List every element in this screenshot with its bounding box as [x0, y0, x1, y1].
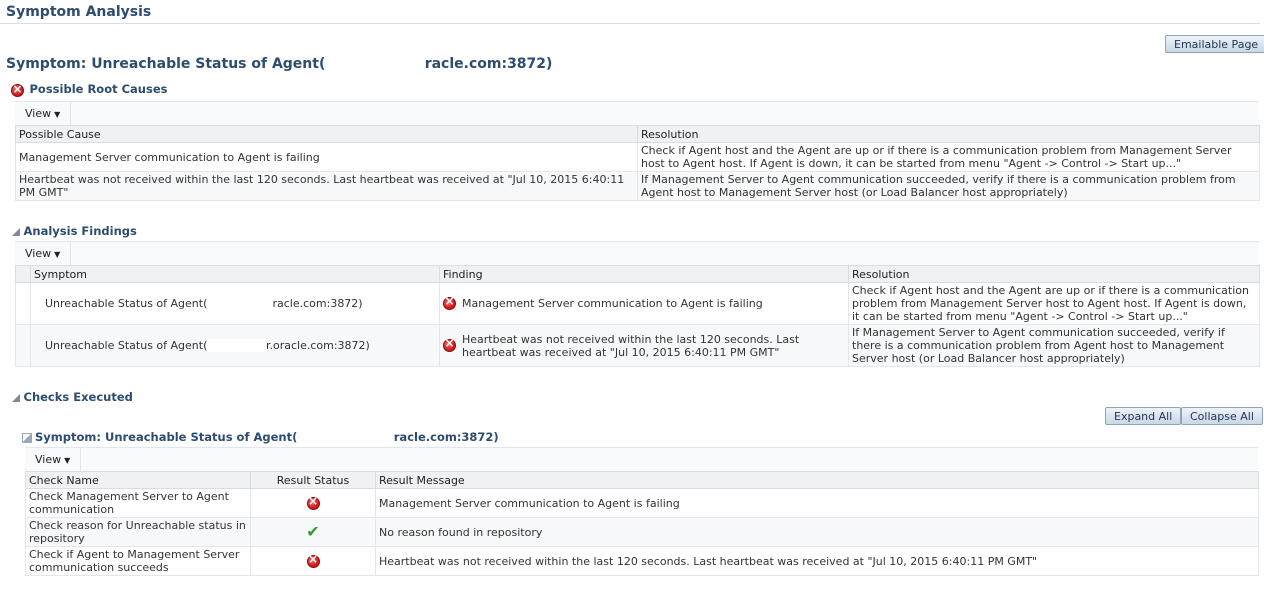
redacted-host: xxxxxxxxxxxxx: [297, 430, 394, 444]
resolution-cell: If Management Server to Agent communicat…: [848, 324, 1260, 367]
table-header-row: Possible Cause Resolution: [15, 125, 1260, 143]
findings-toolbar: View ▼: [15, 241, 1259, 265]
root-causes-heading: Possible Root Causes: [29, 82, 168, 96]
root-causes-header: Possible Root Causes: [11, 82, 167, 97]
expand-all-button[interactable]: Expand All: [1105, 407, 1182, 425]
column-header-resolution[interactable]: Resolution: [637, 125, 1260, 143]
table-row[interactable]: Check reason for Unreachable status in r…: [25, 517, 1259, 547]
symptom-prefix: Unreachable Status of Agent(: [45, 297, 208, 310]
symptom-heading: Symptom: Unreachable Status of Agent(xxx…: [6, 56, 552, 72]
table-row[interactable]: Check if Agent to Management Server comm…: [25, 546, 1259, 576]
redacted-host: xxxxxxxxx: [207, 339, 266, 352]
checks-symptom-suffix: racle.com:3872): [393, 430, 499, 444]
page-title: Symptom Analysis: [6, 4, 152, 20]
result-message-cell: No reason found in repository: [375, 517, 1259, 547]
emailable-page-button[interactable]: Emailable Page: [1165, 35, 1264, 53]
symptom-prefix: Unreachable Status of Agent(: [45, 339, 208, 352]
error-icon: [11, 82, 24, 97]
error-icon: [306, 553, 320, 568]
finding-text: Heartbeat was not received within the la…: [462, 332, 800, 359]
table-row[interactable]: Management Server communication to Agent…: [15, 142, 1260, 172]
cause-cell: Management Server communication to Agent…: [15, 142, 638, 172]
view-menu[interactable]: View ▼: [15, 102, 72, 125]
finding-cell: Management Server communication to Agent…: [439, 282, 849, 325]
success-check-icon: ✔: [306, 521, 320, 541]
column-header-result-status[interactable]: Result Status: [250, 471, 376, 489]
finding-cell: Heartbeat was not received within the la…: [439, 324, 849, 367]
view-menu-label: View: [25, 247, 52, 260]
table-row[interactable]: Heartbeat was not received within the la…: [15, 171, 1260, 201]
resolution-cell: Check if Agent host and the Agent are up…: [848, 282, 1260, 325]
caret-down-icon: ▼: [64, 456, 71, 465]
error-icon: [443, 295, 456, 310]
view-menu-label: View: [25, 107, 52, 120]
result-status-cell: [250, 488, 376, 518]
column-header-finding[interactable]: Finding: [439, 265, 849, 283]
title-divider: [0, 23, 1260, 24]
row-selector[interactable]: [15, 324, 31, 367]
collapse-all-button[interactable]: Collapse All: [1181, 407, 1263, 425]
analysis-findings-heading: Analysis Findings: [23, 224, 137, 238]
checks-executed-header[interactable]: Checks Executed: [12, 390, 133, 404]
result-status-cell: ✔: [250, 517, 376, 547]
check-name-cell: Check Management Server to Agent communi…: [25, 488, 251, 518]
checks-symptom-heading[interactable]: Symptom: Unreachable Status of Agent(xxx…: [22, 430, 499, 444]
table-header-row: Symptom Finding Resolution: [15, 265, 1260, 283]
finding-text: Management Server communication to Agent…: [462, 297, 763, 310]
root-causes-table: Possible Cause Resolution Management Ser…: [15, 125, 1260, 201]
table-header-row: Check Name Result Status Result Message: [25, 471, 1259, 489]
redacted-host: xxxxxxxxxx: [207, 297, 273, 310]
collapse-triangle-icon[interactable]: [12, 228, 20, 236]
error-icon: [443, 337, 456, 352]
symptom-cell: Unreachable Status of Agent(xxxxxxxxxr.o…: [30, 324, 440, 367]
root-causes-toolbar: View ▼: [15, 101, 1259, 125]
checks-executed-heading: Checks Executed: [23, 390, 133, 404]
cause-cell: Heartbeat was not received within the la…: [15, 171, 638, 201]
result-message-cell: Management Server communication to Agent…: [375, 488, 1259, 518]
result-message-cell: Heartbeat was not received within the la…: [375, 546, 1259, 576]
symptom-heading-prefix: Symptom: Unreachable Status of Agent(: [6, 56, 326, 72]
view-menu-label: View: [35, 453, 62, 466]
collapse-node-icon[interactable]: [22, 432, 32, 443]
row-selector-header: [15, 265, 31, 283]
table-row[interactable]: Unreachable Status of Agent(xxxxxxxxxxra…: [15, 282, 1260, 325]
resolution-cell: Check if Agent host and the Agent are up…: [637, 142, 1260, 172]
caret-down-icon: ▼: [54, 250, 61, 259]
redacted-host: xxxxxxxxxxx: [325, 56, 425, 72]
row-selector[interactable]: [15, 282, 31, 325]
column-header-result-message[interactable]: Result Message: [375, 471, 1259, 489]
column-header-symptom[interactable]: Symptom: [30, 265, 440, 283]
checks-toolbar: View ▼: [25, 447, 1258, 471]
check-name-cell: Check if Agent to Management Server comm…: [25, 546, 251, 576]
symptom-suffix: racle.com:3872): [272, 297, 363, 310]
checks-table: Check Name Result Status Result Message …: [25, 471, 1259, 576]
error-icon: [306, 495, 320, 510]
checks-symptom-prefix: Symptom: Unreachable Status of Agent(: [35, 430, 298, 444]
check-name-cell: Check reason for Unreachable status in r…: [25, 517, 251, 547]
view-menu[interactable]: View ▼: [25, 448, 82, 471]
column-header-resolution[interactable]: Resolution: [848, 265, 1260, 283]
findings-table: Symptom Finding Resolution Unreachable S…: [15, 265, 1260, 367]
analysis-findings-header[interactable]: Analysis Findings: [12, 224, 137, 238]
table-row[interactable]: Unreachable Status of Agent(xxxxxxxxxr.o…: [15, 324, 1260, 367]
caret-down-icon: ▼: [54, 110, 61, 119]
view-menu[interactable]: View ▼: [15, 242, 72, 265]
table-row[interactable]: Check Management Server to Agent communi…: [25, 488, 1259, 518]
symptom-suffix: r.oracle.com:3872): [265, 339, 370, 352]
result-status-cell: [250, 546, 376, 576]
column-header-check-name[interactable]: Check Name: [25, 471, 251, 489]
symptom-heading-suffix: racle.com:3872): [424, 56, 553, 72]
column-header-possible-cause[interactable]: Possible Cause: [15, 125, 638, 143]
collapse-triangle-icon[interactable]: [12, 394, 20, 402]
symptom-cell: Unreachable Status of Agent(xxxxxxxxxxra…: [30, 282, 440, 325]
resolution-cell: If Management Server to Agent communicat…: [637, 171, 1260, 201]
